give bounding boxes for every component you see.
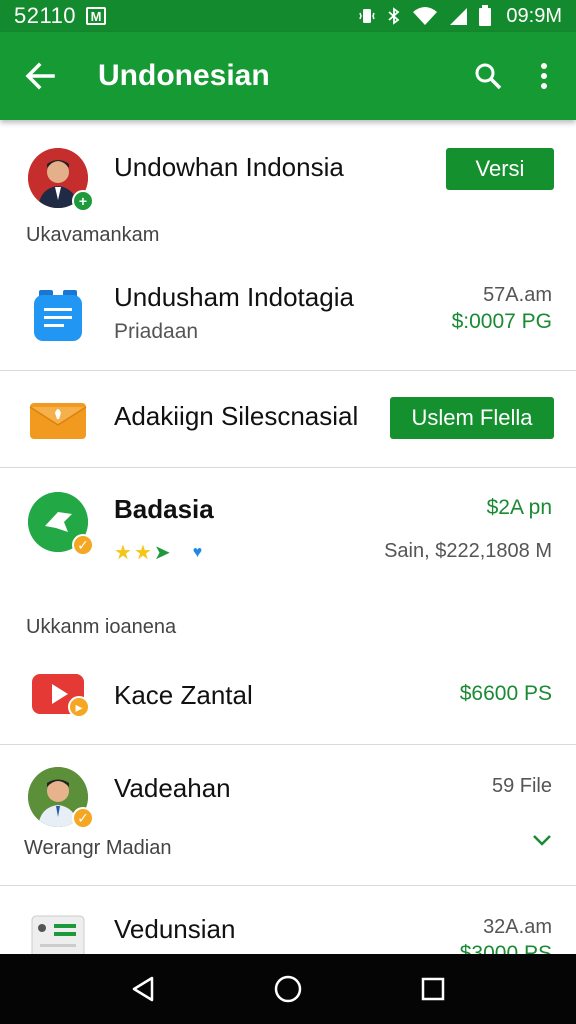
item-title: Vedunsian — [114, 914, 236, 944]
action-button[interactable]: Uslem Flella — [390, 397, 554, 439]
list-item[interactable]: Undusham Indotagia Priadaan 57A.am $:000… — [0, 268, 576, 370]
badge-icon: ✓ — [72, 807, 94, 829]
back-nav-icon[interactable] — [113, 959, 173, 1019]
notification-m-icon: M — [86, 7, 107, 25]
vibrate-icon — [358, 7, 376, 25]
content-list[interactable]: + Undowhan Indonsia Versi Ukavamankam Un… — [0, 120, 576, 954]
badge-icon: ▸ — [68, 696, 90, 718]
search-icon[interactable] — [460, 32, 516, 120]
signal-icon — [448, 6, 468, 26]
page-title: Undonesian — [98, 59, 270, 92]
document-app-icon — [28, 286, 88, 346]
status-bar: 52110 M 09:9M — [0, 0, 576, 32]
heart-icon: ♥ — [192, 543, 203, 561]
file-icon — [28, 912, 88, 954]
back-arrow-icon[interactable] — [0, 32, 80, 120]
item-title: Kace Zantal — [114, 680, 253, 710]
item-subtitle: Priadaan — [114, 320, 199, 343]
item-meta: 59 File — [491, 775, 552, 797]
home-nav-icon[interactable] — [258, 959, 318, 1019]
list-item[interactable]: ✓ Badasia $2A pn ★ ★ ➤ ♥ Sain, $222,1808… — [0, 468, 576, 580]
list-item[interactable]: ✓ Vadeahan 59 File Werangr Madian — [0, 745, 576, 885]
app-bar: Undonesian — [0, 32, 576, 120]
status-time: 52110 — [14, 3, 77, 28]
item-price: $2A pn — [486, 496, 552, 519]
list-item[interactable]: Vedunsian 32A.am $3000 PS — [0, 886, 576, 954]
bluetooth-icon — [386, 7, 402, 25]
navigation-bar — [0, 954, 576, 1024]
list-item[interactable]: Adakiign Silescnasial Uslem Flella — [0, 371, 576, 467]
section-header: Ukkanm ioanena — [26, 616, 177, 638]
item-title: Vadeahan — [114, 773, 231, 803]
versi-button[interactable]: Versi — [446, 148, 554, 190]
rating-stars: ★ ★ ➤ ♥ — [114, 540, 202, 565]
envelope-icon — [28, 389, 88, 449]
item-meta: Sain, $222,1808 M — [384, 540, 552, 562]
item-caption: Ukavamankam — [26, 224, 160, 246]
wifi-icon — [412, 6, 438, 26]
item-title: Undowhan Indonsia — [114, 152, 344, 182]
star-icon: ★ — [114, 542, 132, 564]
item-title: Badasia — [114, 494, 214, 524]
more-vertical-icon[interactable] — [516, 32, 572, 120]
arrow-icon: ➤ — [153, 542, 171, 564]
item-time: 57A.am — [483, 284, 552, 306]
item-price: $:0007 PG — [451, 310, 552, 333]
item-price: $3000 PS — [459, 942, 552, 954]
item-title: Undusham Indotagia — [114, 282, 354, 312]
add-badge-icon: + — [72, 190, 94, 212]
list-item[interactable]: + Undowhan Indonsia Versi Ukavamankam — [0, 120, 576, 268]
item-price: $6600 PS — [459, 682, 552, 705]
battery-icon — [478, 5, 492, 27]
star-icon: ★ — [133, 542, 152, 564]
status-clock: 09:9M — [506, 4, 562, 27]
list-item[interactable]: ▸ Kace Zantal $6600 PS — [0, 650, 576, 744]
item-title: Adakiign Silescnasial — [114, 401, 359, 431]
item-time: 32A.am — [483, 916, 552, 938]
chevron-down-icon[interactable] — [532, 833, 552, 852]
badge-icon: ✓ — [72, 534, 94, 556]
recents-nav-icon[interactable] — [403, 959, 463, 1019]
item-caption: Werangr Madian — [24, 837, 172, 859]
